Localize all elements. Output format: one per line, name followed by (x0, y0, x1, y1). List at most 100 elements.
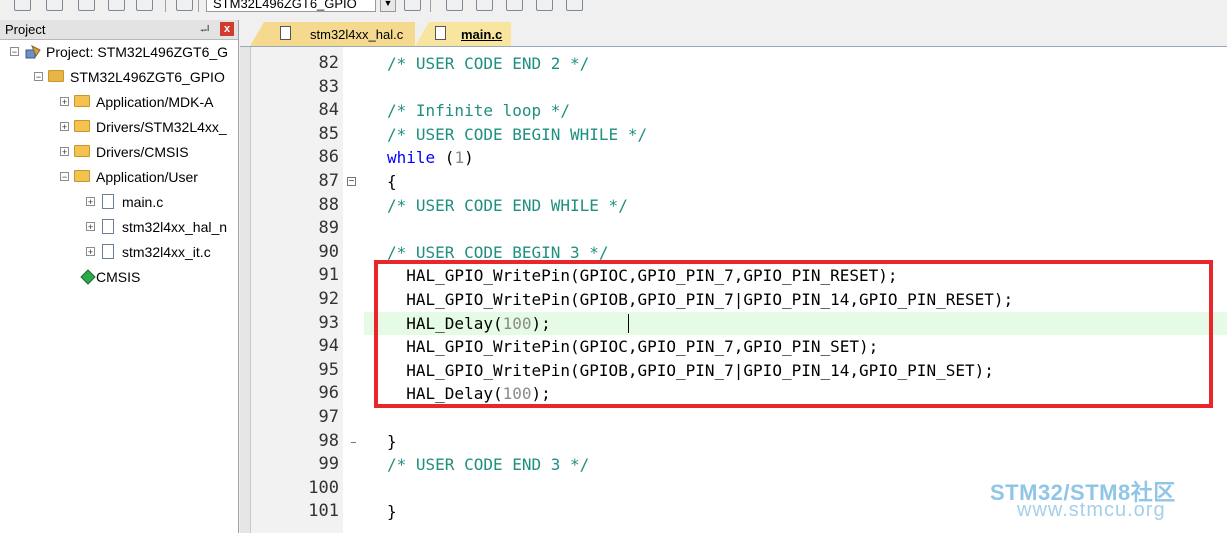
code-line[interactable]: 96 HAL_Delay(100); (240, 382, 1227, 406)
options-for-target-icon[interactable] (404, 0, 421, 11)
code-token-comment: /* USER CODE END 3 */ (387, 455, 590, 475)
line-number: 100 (308, 477, 339, 498)
target-folder-icon (48, 70, 64, 82)
tab-stm32l4xx-hal-c[interactable]: stm32l4xx_hal.c (250, 22, 415, 46)
tree-item-label: stm32l4xx_it.c (122, 244, 211, 260)
expand-icon[interactable]: + (86, 247, 95, 257)
code-line[interactable]: 87 { (240, 170, 1227, 194)
code-token-keyword: while (387, 148, 436, 168)
code-token-num: 100 (502, 313, 532, 333)
project-panel: Project ᆔ x − Project: STM32L496ZGT6_G − ST… (0, 20, 239, 533)
close-icon[interactable]: x (220, 22, 234, 36)
code-line[interactable]: 82 /* USER CODE END 2 */ (240, 52, 1227, 76)
chevron-down-icon[interactable]: ▼ (380, 0, 396, 12)
code-line[interactable]: 85 /* USER CODE BEGIN WHILE */ (240, 123, 1227, 147)
code-text: HAL_GPIO_WritePin(GPIOC,GPIO_PIN_7,GPIO_… (387, 266, 898, 286)
stop-build-icon[interactable] (136, 0, 153, 11)
collapse-icon[interactable]: − (60, 172, 69, 182)
code-line[interactable]: 90 /* USER CODE BEGIN 3 */ (240, 241, 1227, 265)
collapse-icon[interactable]: − (10, 47, 19, 57)
code-token-plain: ( (435, 148, 455, 168)
tree-item[interactable]: CMSIS (0, 267, 238, 289)
line-number: 93 (318, 312, 339, 333)
code-line[interactable]: 88 /* USER CODE END WHILE */ (240, 194, 1227, 218)
code-line[interactable]: 97 (240, 406, 1227, 430)
code-token-plain: } (387, 502, 397, 522)
code-token-num: 1 (454, 148, 465, 168)
project-items-icon[interactable] (476, 0, 493, 11)
code-token-plain: HAL_GPIO_WritePin(GPIOC,GPIO_PIN_7,GPIO_… (387, 266, 898, 286)
tree-item-label: Drivers/CMSIS (96, 144, 189, 160)
collapse-icon[interactable]: − (34, 72, 43, 82)
expand-icon[interactable]: + (86, 222, 95, 232)
tree-item[interactable]: − Application/User (0, 167, 238, 189)
tree-item[interactable]: + stm32l4xx_it.c (0, 242, 238, 264)
tree-item[interactable]: − STM32L496ZGT6_GPIO (0, 67, 238, 89)
build-icon[interactable] (14, 0, 31, 11)
code-text: HAL_GPIO_WritePin(GPIOB,GPIO_PIN_7|GPIO_… (387, 361, 994, 380)
tree-item[interactable]: + main.c (0, 192, 238, 214)
code-line[interactable]: 89 (240, 217, 1227, 241)
text-caret (627, 313, 629, 333)
project-tree: − Project: STM32L496ZGT6_G − STM32L496ZGT6_… (0, 42, 238, 522)
expand-icon[interactable]: + (60, 147, 69, 157)
line-number: 85 (318, 123, 339, 144)
folder-icon (74, 145, 90, 157)
expand-icon[interactable]: + (86, 197, 95, 207)
tree-item[interactable]: + Drivers/CMSIS (0, 142, 238, 164)
manage-components-icon[interactable] (446, 0, 463, 11)
code-token-plain: HAL_GPIO_WritePin(GPIOB,GPIO_PIN_7|GPIO_… (387, 290, 1014, 309)
line-number: 89 (318, 218, 339, 239)
tree-item-label: CMSIS (96, 269, 141, 285)
run-time-environment-icon[interactable] (566, 0, 583, 11)
rebuild-icon[interactable] (46, 0, 63, 11)
code-line[interactable]: 92 HAL_GPIO_WritePin(GPIOB,GPIO_PIN_7|GP… (240, 288, 1227, 312)
code-line[interactable]: 91 HAL_GPIO_WritePin(GPIOC,GPIO_PIN_7,GP… (240, 264, 1227, 288)
code-text: { (387, 172, 397, 191)
code-token-comment: /* Infinite loop */ (387, 101, 571, 121)
code-token-plain: HAL_Delay( (387, 313, 503, 333)
file-icon (102, 244, 114, 259)
tab-main-c[interactable]: main.c (415, 22, 511, 46)
tree-item[interactable]: + Application/MDK-A (0, 92, 238, 114)
line-number: 94 (318, 336, 339, 357)
line-number: 91 (318, 265, 339, 286)
code-line[interactable]: 84 /* Infinite loop */ (240, 99, 1227, 123)
line-number: 87 (318, 171, 339, 191)
target-select[interactable]: STM32L496ZGT6_GPIO (206, 0, 376, 12)
translate-icon[interactable] (108, 0, 125, 11)
code-line[interactable]: 95 HAL_GPIO_WritePin(GPIOB,GPIO_PIN_7|GP… (240, 359, 1227, 383)
tree-item[interactable]: − Project: STM32L496ZGT6_G (0, 42, 238, 64)
code-line[interactable]: 94 HAL_GPIO_WritePin(GPIOC,GPIO_PIN_7,GP… (240, 335, 1227, 359)
code-text: while (1) (387, 148, 474, 167)
tree-item[interactable]: + stm32l4xx_hal_n (0, 217, 238, 239)
code-line[interactable]: 93 HAL_Delay(100); (240, 312, 1227, 336)
code-line[interactable]: 83 (240, 76, 1227, 100)
fold-end-marker (351, 441, 356, 443)
pack-installer-icon[interactable] (506, 0, 523, 11)
editor: stm32l4xx_hal.c main.c 82 /* USER CODE EN… (240, 20, 1227, 533)
download-icon[interactable] (176, 0, 193, 11)
code-line[interactable]: 98} (240, 430, 1227, 454)
code-text: HAL_GPIO_WritePin(GPIOB,GPIO_PIN_7|GPIO_… (387, 290, 1013, 309)
expand-icon[interactable]: + (60, 97, 69, 107)
line-number: 95 (318, 359, 339, 380)
folder-icon (74, 120, 90, 132)
expand-icon[interactable]: + (60, 122, 69, 132)
select-packs-icon[interactable] (536, 0, 553, 11)
fold-collapse-icon[interactable]: − (347, 177, 356, 187)
toolbar: STM32L496ZGT6_GPIO ▼ (0, 0, 1227, 18)
code-line[interactable]: 99 /* USER CODE END 3 */ (240, 453, 1227, 477)
folder-open-icon (74, 170, 90, 182)
code-text: HAL_Delay(100); (387, 314, 551, 333)
batch-build-icon[interactable] (78, 0, 95, 11)
code-editor[interactable]: 82 /* USER CODE END 2 */ 83 84 /* Infinite l… (240, 47, 1227, 533)
pin-icon[interactable]: ᆔ (200, 22, 210, 38)
code-line[interactable]: 86 while (1) (240, 146, 1227, 170)
code-token-plain: HAL_GPIO_WritePin(GPIOC,GPIO_PIN_7,GPIO_… (387, 337, 879, 357)
tree-item-label: Application/User (96, 169, 198, 185)
project-panel-header: Project ᆔ x (0, 20, 238, 40)
code-token-comment: /* USER CODE END 2 */ (387, 54, 590, 73)
tree-item[interactable]: + Drivers/STM32L4xx_ (0, 117, 238, 139)
line-number: 90 (318, 241, 339, 262)
